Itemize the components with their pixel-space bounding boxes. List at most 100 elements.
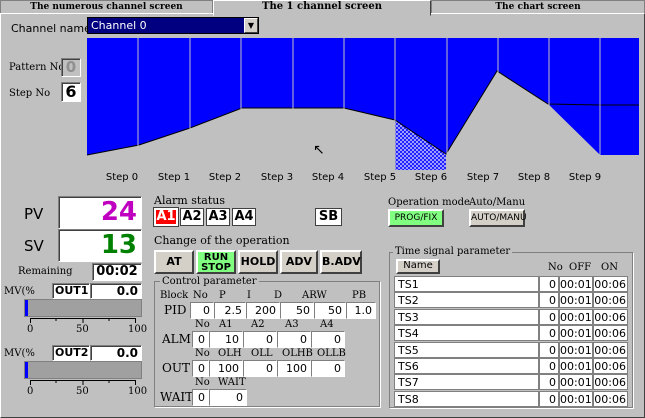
step-label: Step 3 bbox=[260, 172, 294, 183]
run-stop-button[interactable]: RUN STOP bbox=[196, 250, 236, 274]
tab-numerous-channel[interactable]: The numerous channel screen bbox=[0, 0, 213, 13]
alm-a1-field[interactable]: 10 bbox=[209, 331, 243, 348]
mv1-name: OUT1 bbox=[52, 283, 90, 299]
tab-chart[interactable]: The chart screen bbox=[431, 0, 645, 13]
pattern-no-label: Pattern No bbox=[9, 62, 65, 73]
operation-mode-title: Operation mode bbox=[388, 197, 470, 208]
ts-cell-off[interactable]: 00:01 bbox=[559, 374, 593, 391]
program-chart-svg bbox=[86, 38, 639, 170]
adv-button[interactable]: ADV bbox=[280, 250, 318, 274]
ts-cell-no[interactable]: 0 bbox=[539, 325, 559, 342]
pid-d-field[interactable]: 50 bbox=[280, 302, 314, 319]
alm-header-a1: A1 bbox=[219, 319, 233, 330]
ts-cell-off[interactable]: 00:01 bbox=[559, 325, 593, 342]
at-button[interactable]: AT bbox=[154, 250, 194, 274]
hold-button[interactable]: HOLD bbox=[238, 250, 278, 274]
alm-a3-field[interactable]: 0 bbox=[277, 331, 311, 348]
out-header-olhb: OLHB bbox=[282, 348, 313, 359]
table-row: TS5 0 00:01 00:06 bbox=[394, 341, 630, 358]
pid-header-no: No bbox=[193, 290, 208, 301]
channel-select[interactable]: Channel 0 ▼ bbox=[87, 17, 259, 34]
ts-cell-off[interactable]: 00:01 bbox=[559, 358, 593, 374]
mv1-value: 0.0 bbox=[90, 283, 142, 299]
ts-cell-on[interactable]: 00:06 bbox=[593, 292, 628, 309]
pid-header-i: I bbox=[247, 290, 251, 301]
ts-cell-on[interactable]: 00:06 bbox=[593, 341, 628, 358]
step-label: Step 7 bbox=[466, 172, 500, 183]
pid-header-d: D bbox=[274, 290, 283, 301]
mv2-name: OUT2 bbox=[52, 345, 90, 361]
ts-cell-on[interactable]: 00:06 bbox=[593, 308, 628, 325]
pid-i-field[interactable]: 200 bbox=[246, 302, 280, 319]
ts-cell-name[interactable]: TS8 bbox=[394, 390, 539, 407]
mv1-tick-50: 50 bbox=[76, 324, 89, 335]
ts-cell-off[interactable]: 00:01 bbox=[559, 276, 593, 292]
ts-cell-off[interactable]: 00:01 bbox=[559, 292, 593, 309]
ts-cell-no[interactable]: 0 bbox=[539, 292, 559, 309]
alm-header-a3: A3 bbox=[285, 319, 299, 330]
pid-pb-field[interactable]: 1.0 bbox=[346, 302, 376, 319]
alm-no-field[interactable]: 0 bbox=[192, 331, 209, 348]
ts-cell-no[interactable]: 0 bbox=[539, 374, 559, 391]
step-no-value: 6 bbox=[61, 82, 81, 102]
ts-cell-off[interactable]: 00:01 bbox=[559, 308, 593, 325]
pid-no-field[interactable]: 0 bbox=[190, 302, 214, 319]
out-ollb-field[interactable]: 0 bbox=[311, 360, 345, 377]
out-oll-field[interactable]: 0 bbox=[243, 360, 277, 377]
out-no-field[interactable]: 0 bbox=[192, 360, 209, 377]
ts-cell-no[interactable]: 0 bbox=[539, 308, 559, 325]
chevron-down-icon[interactable]: ▼ bbox=[244, 18, 258, 33]
ts-cell-no[interactable]: 0 bbox=[539, 390, 559, 407]
step-label-row: Step 0 Step 1 Step 2 Step 3 Step 4 Step … bbox=[97, 172, 637, 186]
mv2-bar bbox=[24, 361, 142, 379]
ts-cell-no[interactable]: 0 bbox=[539, 276, 559, 292]
ts-name-header-button[interactable]: Name bbox=[396, 259, 440, 274]
tab-one-channel[interactable]: The 1 channel screen bbox=[213, 0, 431, 16]
prog-fix-button[interactable]: PROG/FIX bbox=[388, 209, 444, 227]
ts-cell-no[interactable]: 0 bbox=[539, 341, 559, 358]
ts-cell-on[interactable]: 00:06 bbox=[593, 325, 628, 342]
pid-arw-field[interactable]: 50 bbox=[314, 302, 346, 319]
alarm-a4: A4 bbox=[232, 208, 256, 226]
mv1-bar-fill bbox=[25, 300, 28, 316]
ts-cell-name[interactable]: TS7 bbox=[394, 374, 539, 391]
auto-manu-button[interactable]: AUTO/MANU bbox=[469, 209, 527, 227]
ts-cell-on[interactable]: 00:06 bbox=[593, 276, 628, 292]
remaining-value: 00:02 bbox=[92, 263, 142, 281]
ts-cell-name[interactable]: TS1 bbox=[394, 276, 539, 292]
ts-cell-on[interactable]: 00:06 bbox=[593, 374, 628, 391]
run-stop-label: RUN STOP bbox=[201, 252, 231, 273]
ts-cell-on[interactable]: 00:06 bbox=[593, 358, 628, 374]
out-olhb-field[interactable]: 100 bbox=[277, 360, 311, 377]
mv2-tick-0: 0 bbox=[27, 386, 34, 397]
ts-cell-name[interactable]: TS4 bbox=[394, 325, 539, 342]
alm-a4-field[interactable]: 0 bbox=[311, 331, 345, 348]
auto-manu-title: Auto/Manu bbox=[469, 197, 526, 208]
pid-p-field[interactable]: 2.5 bbox=[214, 302, 246, 319]
table-row: TS4 0 00:01 00:06 bbox=[394, 325, 630, 342]
out-olh-field[interactable]: 100 bbox=[209, 360, 243, 377]
ts-cell-name[interactable]: TS3 bbox=[394, 308, 539, 325]
ts-cell-no[interactable]: 0 bbox=[539, 358, 559, 374]
mv1-tick-0: 0 bbox=[27, 324, 34, 335]
alarm-a3: A3 bbox=[206, 208, 230, 226]
table-row: TS7 0 00:01 00:06 bbox=[394, 374, 630, 391]
step-label: Step 2 bbox=[208, 172, 242, 183]
channel-select-value: Channel 0 bbox=[91, 19, 147, 32]
ts-cell-name[interactable]: TS5 bbox=[394, 341, 539, 358]
ts-cell-on[interactable]: 00:06 bbox=[593, 390, 628, 407]
wait-no-field[interactable]: 0 bbox=[192, 389, 209, 406]
step-label: Step 5 bbox=[363, 172, 397, 183]
ts-cell-name[interactable]: TS2 bbox=[394, 292, 539, 309]
mv1-bar bbox=[24, 299, 142, 317]
ts-cell-off[interactable]: 00:01 bbox=[559, 390, 593, 407]
ts-cell-off[interactable]: 00:01 bbox=[559, 341, 593, 358]
ts-cell-name[interactable]: TS6 bbox=[394, 358, 539, 374]
ts-header-on: ON bbox=[601, 262, 618, 273]
b-adv-button[interactable]: B.ADV bbox=[320, 250, 362, 274]
pv-label: PV bbox=[24, 205, 44, 223]
mv2-bar-fill bbox=[25, 362, 28, 378]
alm-label: ALM bbox=[162, 332, 191, 346]
alm-a2-field[interactable]: 0 bbox=[243, 331, 277, 348]
wait-wait-field[interactable]: 0 bbox=[209, 389, 247, 406]
